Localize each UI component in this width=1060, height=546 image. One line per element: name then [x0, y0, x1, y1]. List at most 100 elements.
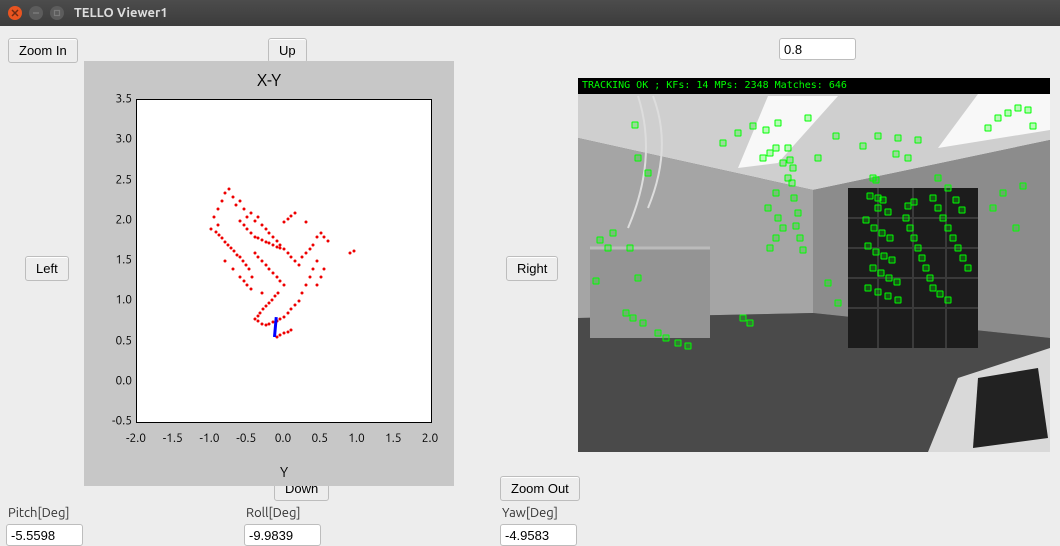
map-point: [224, 191, 227, 194]
right-button[interactable]: Right: [506, 256, 558, 281]
tracked-feature: [959, 207, 966, 214]
tracked-feature: [875, 289, 882, 296]
tracked-feature: [907, 225, 914, 232]
map-point: [290, 214, 293, 217]
tracked-feature: [960, 255, 967, 262]
yaw-input[interactable]: [500, 524, 577, 546]
map-point: [264, 264, 267, 267]
map-point: [253, 317, 256, 320]
map-point: [209, 227, 212, 230]
plot-ytick: 0.0: [116, 374, 133, 387]
map-point: [231, 195, 234, 198]
tracked-feature: [1005, 110, 1012, 117]
up-button[interactable]: Up: [268, 38, 307, 63]
map-point: [316, 260, 319, 263]
map-point: [305, 284, 308, 287]
tracked-feature: [865, 243, 872, 250]
map-point: [241, 260, 244, 263]
tracked-feature: [791, 195, 798, 202]
map-point: [264, 240, 267, 243]
map-point: [238, 276, 241, 279]
map-point: [268, 322, 271, 325]
pitch-label: Pitch[Deg]: [8, 506, 70, 520]
tracked-feature: [879, 230, 886, 237]
map-point: [286, 312, 289, 315]
map-point: [260, 260, 263, 263]
tracked-feature: [894, 279, 901, 286]
tracked-feature: [605, 245, 612, 252]
map-point: [227, 243, 230, 246]
map-point: [312, 243, 315, 246]
map-point: [246, 227, 249, 230]
map-point: [290, 329, 293, 332]
plot-xtick: -2.0: [126, 432, 146, 445]
tracked-feature: [875, 205, 882, 212]
map-point: [260, 322, 263, 325]
map-point: [224, 260, 227, 263]
tracked-feature: [833, 133, 840, 140]
yaw-label: Yaw[Deg]: [502, 506, 558, 520]
tracked-feature: [675, 340, 682, 347]
window-close-button[interactable]: [8, 6, 22, 20]
map-point: [316, 284, 319, 287]
tracked-feature: [955, 245, 962, 252]
tracked-feature: [635, 155, 642, 162]
map-point: [279, 334, 282, 337]
map-point: [290, 308, 293, 311]
map-point: [279, 280, 282, 283]
map-point: [271, 235, 274, 238]
plot-xtick: 0.0: [275, 432, 292, 445]
window-minimize-button[interactable]: [29, 6, 43, 20]
map-point: [308, 276, 311, 279]
tracked-feature: [893, 151, 900, 158]
zoom-in-button[interactable]: Zoom In: [8, 38, 78, 63]
map-point: [260, 239, 263, 242]
tracked-feature: [965, 265, 972, 272]
map-point: [249, 211, 252, 214]
plot-xtick: 2.0: [422, 432, 439, 445]
left-button[interactable]: Left: [25, 256, 69, 281]
plot-ytick: 2.0: [116, 213, 133, 226]
window-maximize-button[interactable]: [50, 6, 64, 20]
tracked-feature: [885, 293, 892, 300]
tracked-feature: [911, 235, 918, 242]
map-point: [265, 305, 268, 308]
tracked-feature: [640, 320, 647, 327]
map-point: [308, 247, 311, 250]
map-point: [242, 207, 245, 210]
roll-input[interactable]: [244, 524, 321, 546]
tracked-feature: [747, 320, 754, 327]
tracked-feature: [635, 275, 642, 282]
map-point: [218, 234, 221, 237]
pitch-input[interactable]: [6, 524, 83, 546]
tracked-feature: [763, 127, 770, 134]
tracked-feature: [597, 237, 604, 244]
map-point: [271, 243, 274, 246]
xy-plot-panel: X-Y -0.50.00.51.01.52.02.53.03.5 Y -2.0-…: [84, 61, 454, 486]
tracked-feature: [990, 205, 997, 212]
tracked-feature: [760, 155, 767, 162]
map-point: [238, 199, 241, 202]
zoom-out-button[interactable]: Zoom Out: [500, 476, 580, 501]
map-point: [286, 218, 289, 221]
map-point: [257, 237, 260, 240]
top-value-input[interactable]: [779, 38, 856, 60]
plot-ytick: 3.5: [116, 93, 133, 106]
map-point: [271, 272, 274, 275]
map-point: [268, 231, 271, 234]
map-point: [238, 255, 241, 258]
map-point: [231, 268, 234, 271]
map-point: [319, 276, 322, 279]
tracked-feature: [911, 199, 918, 206]
map-point: [268, 242, 271, 245]
map-point: [305, 251, 308, 254]
map-point: [242, 223, 245, 226]
map-point: [301, 255, 304, 258]
map-point: [294, 211, 297, 214]
map-point: [246, 284, 249, 287]
tracked-feature: [905, 155, 912, 162]
tracked-feature: [935, 175, 942, 182]
tracked-feature: [895, 135, 902, 142]
map-point: [301, 292, 304, 295]
plot-xtick: -1.0: [200, 432, 220, 445]
